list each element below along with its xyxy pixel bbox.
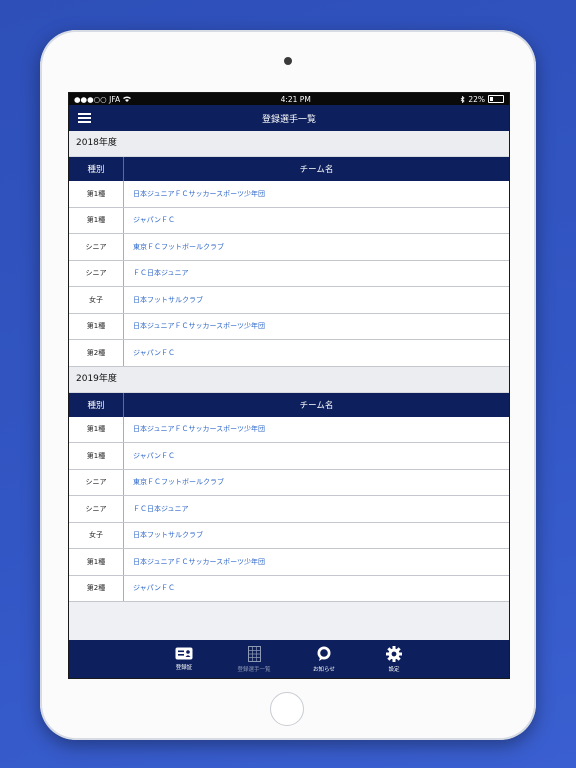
row-category: 第1種: [69, 416, 124, 442]
team-link[interactable]: ジャパンＦＣ: [124, 340, 509, 366]
list-sheet-icon: [247, 645, 261, 662]
tab-label: お知らせ: [313, 666, 335, 673]
team-link[interactable]: ＦＣ日本ジュニア: [124, 496, 509, 522]
team-link[interactable]: 日本ジュニアＦＣサッカースポーツ少年団: [124, 181, 509, 207]
tab-label: 登録選手一覧: [237, 666, 271, 673]
table-row[interactable]: シニア ＦＣ日本ジュニア: [69, 260, 509, 287]
bluetooth-icon: [461, 95, 465, 103]
row-category: 第1種: [69, 313, 124, 339]
tab-player-list[interactable]: 登録選手一覧: [219, 640, 289, 678]
carrier-label: ●●●○○ JFA: [74, 94, 121, 104]
team-link[interactable]: 東京ＦＣフットボールクラブ: [124, 234, 509, 260]
tab-label: 設定: [388, 666, 400, 673]
row-category: シニア: [69, 469, 124, 495]
nav-bar: 登録選手一覧: [69, 105, 509, 131]
table-row[interactable]: 第1種 日本ジュニアＦＣサッカースポーツ少年団: [69, 416, 509, 443]
table-row[interactable]: 第1種 日本ジュニアＦＣサッカースポーツ少年団: [69, 549, 509, 576]
row-category: 第1種: [69, 549, 124, 575]
table-row[interactable]: 女子 日本フットサルクラブ: [69, 287, 509, 314]
tab-settings[interactable]: 設定: [359, 640, 429, 678]
team-link[interactable]: ジャパンＦＣ: [124, 576, 509, 602]
app-screen: ●●●○○ JFA 4:21 PM 22% 登録選手一覧 2018年度 種別チーム…: [68, 92, 510, 679]
row-category: 第1種: [69, 443, 124, 469]
status-time: 4:21 PM: [280, 94, 311, 104]
tab-notices[interactable]: お知らせ: [289, 640, 359, 678]
team-link[interactable]: ＦＣ日本ジュニア: [124, 261, 509, 287]
year-section-header: 2019年度: [69, 366, 509, 393]
home-button[interactable]: [270, 692, 304, 726]
team-link[interactable]: 日本フットサルクラブ: [124, 523, 509, 549]
page-title: 登録選手一覧: [261, 114, 316, 125]
tab-registration-card[interactable]: 登録証: [149, 640, 219, 678]
tab-label: 登録証: [175, 665, 193, 671]
row-category: 第1種: [69, 181, 124, 207]
row-category: シニア: [69, 496, 124, 522]
table-row[interactable]: 第2種 ジャパンＦＣ: [69, 340, 509, 367]
row-category: 第2種: [69, 575, 124, 601]
gear-icon: [386, 645, 402, 662]
table-header: 種別 チーム名: [69, 392, 509, 417]
table-header: 種別 チーム名: [69, 157, 509, 181]
row-category: 第1種: [69, 207, 124, 233]
battery-icon: [487, 95, 504, 103]
team-link[interactable]: 日本ジュニアＦＣサッカースポーツ少年団: [124, 417, 509, 443]
column-header-category: 種別: [69, 392, 124, 417]
row-category: シニア: [69, 260, 124, 286]
table-row[interactable]: 第1種 日本ジュニアＦＣサッカースポーツ少年団: [69, 313, 509, 340]
column-header-team: チーム名: [299, 165, 334, 175]
table-row[interactable]: シニア ＦＣ日本ジュニア: [69, 496, 509, 523]
tab-bar: 登録証 登録選手一覧 お知らせ 設定: [69, 640, 509, 678]
table-row[interactable]: 第1種 ジャパンＦＣ: [69, 207, 509, 234]
status-bar: ●●●○○ JFA 4:21 PM 22%: [69, 93, 509, 105]
speech-bubble-icon: [317, 646, 331, 661]
table-row[interactable]: 女子 日本フットサルクラブ: [69, 522, 509, 549]
battery-percent: 22%: [468, 94, 485, 104]
team-link[interactable]: 東京ＦＣフットボールクラブ: [124, 470, 509, 496]
table-row[interactable]: シニア 東京ＦＣフットボールクラブ: [69, 234, 509, 261]
row-category: 女子: [69, 522, 124, 548]
table-row[interactable]: シニア 東京ＦＣフットボールクラブ: [69, 469, 509, 496]
team-link[interactable]: 日本ジュニアＦＣサッカースポーツ少年団: [124, 549, 509, 575]
year-section-header: 2018年度: [69, 131, 509, 157]
column-header-category: 種別: [69, 157, 124, 181]
row-category: 女子: [69, 287, 124, 313]
table-row[interactable]: 第1種 日本ジュニアＦＣサッカースポーツ少年団: [69, 181, 509, 208]
ipad-frame: ●●●○○ JFA 4:21 PM 22% 登録選手一覧 2018年度 種別チーム…: [40, 30, 536, 740]
table-row[interactable]: 第2種 ジャパンＦＣ: [69, 575, 509, 602]
id-card-icon: [175, 647, 193, 660]
team-link[interactable]: ジャパンＦＣ: [124, 208, 509, 234]
team-link[interactable]: 日本ジュニアＦＣサッカースポーツ少年団: [124, 314, 509, 340]
camera-dot: [284, 57, 292, 65]
row-category: 第2種: [69, 340, 124, 366]
wifi-icon: [123, 96, 132, 102]
team-list[interactable]: 2018年度 種別 チーム名 第1種 日本ジュニアＦＣサッカースポーツ少年団 第1種 ジャパ…: [69, 131, 509, 624]
column-header-team: チーム名: [299, 400, 334, 411]
table-row[interactable]: 第1種 ジャパンＦＣ: [69, 443, 509, 470]
row-category: シニア: [69, 234, 124, 260]
team-link[interactable]: ジャパンＦＣ: [124, 443, 509, 469]
hamburger-menu-icon[interactable]: [78, 113, 91, 123]
team-link[interactable]: 日本フットサルクラブ: [124, 287, 509, 313]
